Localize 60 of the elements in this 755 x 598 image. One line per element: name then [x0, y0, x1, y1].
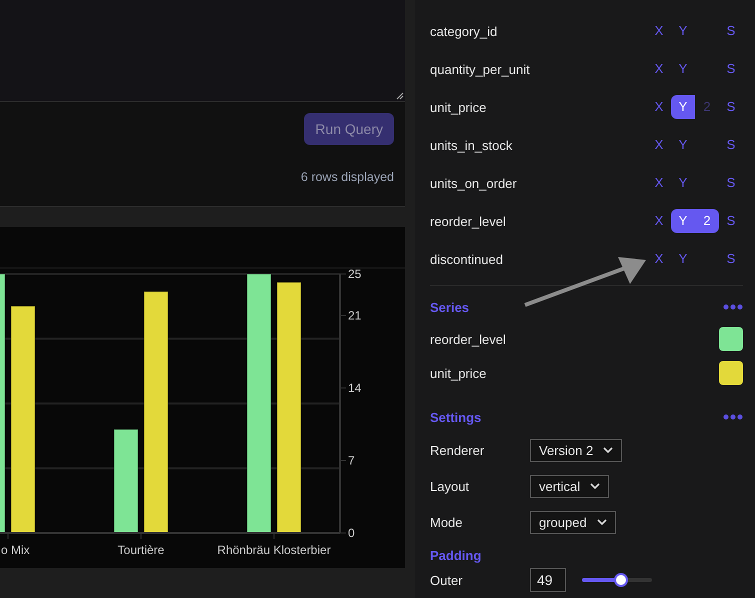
setting-label: Renderer — [430, 442, 486, 458]
setting-label: Layout — [430, 478, 470, 494]
series-name: unit_price — [430, 366, 486, 380]
x-tick-label: Tourtière — [118, 543, 164, 557]
axis-toggle[interactable]: X — [647, 57, 671, 81]
axis-toggle[interactable]: S — [719, 19, 743, 43]
y-tick-label: 7 — [348, 453, 355, 468]
axis-toggle[interactable]: S — [719, 133, 743, 157]
number-field[interactable]: 49 — [530, 568, 566, 592]
axis-toggle[interactable]: Y — [671, 209, 695, 233]
y-tick-label: 14 — [348, 380, 362, 395]
axis-toggle[interactable]: Y — [671, 19, 695, 43]
y-tick-label: 21 — [348, 308, 362, 322]
more-icon[interactable] — [723, 304, 743, 310]
axis-toggle[interactable]: 2 — [695, 209, 719, 233]
field-name: quantity_per_unit — [430, 62, 531, 76]
resize-handle-icon[interactable] — [396, 92, 404, 100]
slider[interactable] — [582, 573, 652, 587]
axis-toggle[interactable]: S — [719, 209, 743, 233]
chevron-icon — [596, 519, 607, 525]
field-name: unit_price — [430, 100, 488, 114]
section-title: Settings — [430, 410, 482, 424]
y-tick-label: 0 — [348, 526, 355, 540]
field-name: units_on_order — [430, 176, 518, 190]
axis-toggle[interactable]: Y — [671, 95, 695, 119]
axis-toggle[interactable]: X — [647, 247, 671, 271]
axis-toggle[interactable]: Y — [671, 247, 695, 271]
axis-toggle[interactable]: X — [647, 209, 671, 233]
section-title: Series — [430, 300, 470, 314]
color-swatch[interactable] — [719, 361, 743, 385]
axis-toggle[interactable]: S — [719, 171, 743, 195]
x-tick-label: Rhönbräu Klosterbier — [217, 543, 331, 557]
chevron-icon — [603, 447, 614, 453]
axis-toggle[interactable]: X — [647, 171, 671, 195]
more-icon[interactable] — [723, 414, 743, 420]
field-name: discontinued — [430, 252, 504, 266]
axis-toggle[interactable]: X — [647, 95, 671, 119]
field-name: category_id — [430, 24, 498, 38]
axis-toggle[interactable]: Y — [671, 57, 695, 81]
axis-toggle[interactable]: Y — [671, 171, 695, 195]
setting-label: Mode — [430, 514, 464, 530]
axis-toggle[interactable]: S — [719, 247, 743, 271]
section-title: Padding — [430, 548, 482, 562]
axis-toggle[interactable]: X — [647, 19, 671, 43]
axis-toggle[interactable]: S — [719, 95, 743, 119]
axis-toggle[interactable]: X — [647, 133, 671, 157]
field-name: reorder_level — [430, 214, 507, 228]
chevron-icon — [590, 483, 600, 489]
row-count: 6 rows displayed — [300, 170, 394, 184]
setting-label: Outer — [430, 572, 464, 588]
axis-toggle[interactable]: S — [719, 57, 743, 81]
series-name: reorder_level — [430, 332, 506, 346]
field-name: units_in_stock — [430, 138, 514, 152]
y-tick-label: 25 — [348, 267, 362, 281]
select-dropdown[interactable]: Version 2 — [530, 438, 622, 462]
x-tick-label: o Mix — [1, 543, 30, 557]
select-dropdown[interactable]: vertical — [530, 474, 610, 498]
color-swatch[interactable] — [719, 327, 743, 351]
select-dropdown[interactable]: grouped — [530, 510, 616, 534]
axis-toggle[interactable]: Y — [671, 133, 695, 157]
